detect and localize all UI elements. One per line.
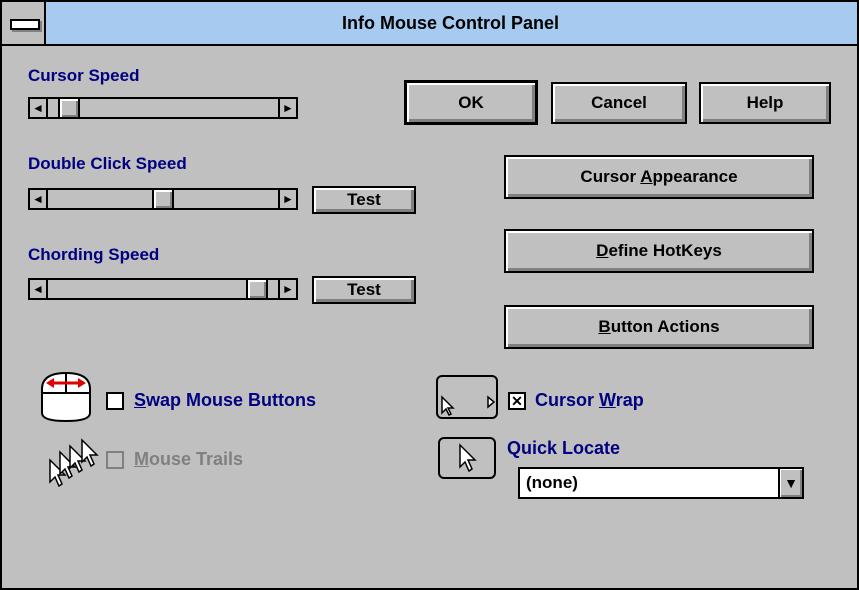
quick-locate-icon	[438, 437, 496, 479]
slider-thumb[interactable]	[152, 190, 174, 208]
quick-locate-dropdown[interactable]: (none) ▼	[518, 467, 804, 499]
cursor-wrap-label[interactable]: Cursor Wrap	[535, 390, 644, 411]
system-menu-icon	[10, 19, 40, 30]
scroll-left-arrow-icon[interactable]: ◄	[30, 280, 48, 298]
help-button[interactable]: Help	[699, 82, 831, 124]
quick-locate-value: (none)	[526, 473, 578, 492]
scroll-right-arrow-icon[interactable]: ►	[278, 190, 296, 208]
option-text: wap Mouse Buttons	[146, 390, 317, 410]
dropdown-arrow-icon[interactable]: ▼	[778, 469, 802, 497]
mnemonic-letter: B	[598, 317, 611, 336]
button-actions-button[interactable]: Button Actions	[504, 305, 814, 349]
chording-speed-label: Chording Speed	[28, 245, 160, 264]
button-text: utton Actions	[610, 317, 720, 336]
chording-speed-slider[interactable]: ◄ ►	[28, 278, 298, 300]
window-title: Info Mouse Control Panel	[341, 13, 559, 33]
mnemonic-letter: W	[599, 390, 616, 410]
ok-button[interactable]: OK	[404, 80, 538, 125]
cursor-wrap-checkbox[interactable]: ✕	[508, 392, 526, 410]
option-text: Cursor	[535, 390, 600, 410]
mnemonic-letter: A	[640, 167, 653, 186]
mnemonic-letter: D	[596, 241, 609, 260]
mnemonic-letter: M	[134, 449, 149, 469]
double-click-test-button[interactable]: Test	[312, 186, 416, 214]
scroll-left-arrow-icon[interactable]: ◄	[30, 190, 48, 208]
scroll-left-arrow-icon[interactable]: ◄	[30, 99, 48, 117]
cursor-wrap-icon	[436, 375, 498, 419]
swap-mouse-buttons-checkbox[interactable]	[106, 392, 124, 410]
mouse-trails-icon	[46, 438, 106, 488]
quick-locate-label: Quick Locate	[507, 438, 621, 458]
scroll-right-arrow-icon[interactable]: ►	[278, 280, 296, 298]
option-text: ouse Trails	[149, 449, 244, 469]
cursor-appearance-button[interactable]: Cursor Appearance	[504, 155, 814, 199]
chording-test-button[interactable]: Test	[312, 276, 416, 304]
double-click-speed-slider[interactable]: ◄ ►	[28, 188, 298, 210]
define-hotkeys-button[interactable]: Define HotKeys	[504, 229, 814, 273]
slider-thumb[interactable]	[58, 99, 80, 117]
cursor-speed-slider[interactable]: ◄ ►	[28, 97, 298, 119]
cancel-button[interactable]: Cancel	[551, 82, 687, 124]
slider-thumb[interactable]	[246, 280, 268, 298]
double-click-speed-label: Double Click Speed	[28, 154, 187, 173]
mouse-trails-label: Mouse Trails	[134, 449, 243, 470]
cursor-speed-label: Cursor Speed	[28, 66, 140, 85]
scroll-right-arrow-icon[interactable]: ►	[278, 99, 296, 117]
title-bar: Info Mouse Control Panel	[2, 2, 857, 46]
button-text: Cursor	[580, 167, 641, 186]
button-text: ppearance	[652, 167, 738, 186]
option-text: rap	[615, 390, 644, 410]
mouse-trails-checkbox	[106, 451, 124, 469]
button-text: efine HotKeys	[608, 241, 722, 260]
control-panel-window: Info Mouse Control Panel Cursor Speed ◄ …	[0, 0, 859, 590]
mnemonic-letter: S	[134, 390, 147, 410]
mouse-buttons-icon	[36, 369, 96, 423]
swap-mouse-buttons-label[interactable]: Swap Mouse Buttons	[134, 390, 316, 411]
system-menu-button[interactable]	[2, 2, 46, 44]
